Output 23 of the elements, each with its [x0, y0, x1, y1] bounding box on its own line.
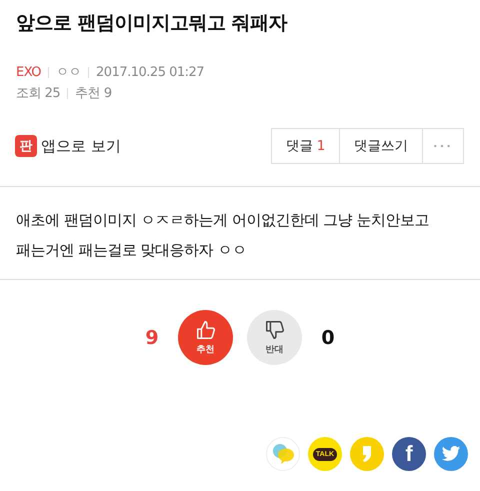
upvote-count: 9	[144, 326, 160, 348]
author-name: ㅇㅇ	[56, 64, 82, 81]
open-in-app-link[interactable]: 판 앱으로 보기	[15, 135, 121, 157]
thumbs-up-icon	[194, 319, 216, 341]
facebook-share-button[interactable]: f	[392, 437, 426, 471]
post-body-line: 패는거엔 패는걸로 맞대응하자 ㅇㅇ	[16, 240, 248, 261]
quote-share-button[interactable]	[350, 437, 384, 471]
upvote-button[interactable]: 추천	[178, 310, 233, 365]
thumbs-down-icon	[264, 319, 286, 341]
app-logo-icon: 판	[15, 135, 37, 157]
post-body-line: 애초에 팬덤이미지 ㅇㅈㄹ하는게 어이없긴한데 그냥 눈치안보고	[16, 210, 430, 231]
speech-bubbles-icon	[271, 443, 295, 465]
downvote-button[interactable]: 반대	[247, 310, 302, 365]
twitter-share-button[interactable]	[434, 437, 468, 471]
post-title: 앞으로 팬덤이미지고뭐고 줘패자	[16, 11, 288, 36]
comma-icon	[362, 445, 372, 463]
post-date: 2017.10.25 01:27	[96, 64, 204, 80]
downvote-count: 0	[320, 326, 336, 348]
chat-bubbles-share-button[interactable]	[266, 437, 300, 471]
bird-icon	[441, 446, 461, 462]
board-link[interactable]: EXO	[16, 64, 42, 80]
view-count: 조회 25	[16, 85, 60, 102]
recommend-count: 추천 9	[75, 85, 112, 102]
